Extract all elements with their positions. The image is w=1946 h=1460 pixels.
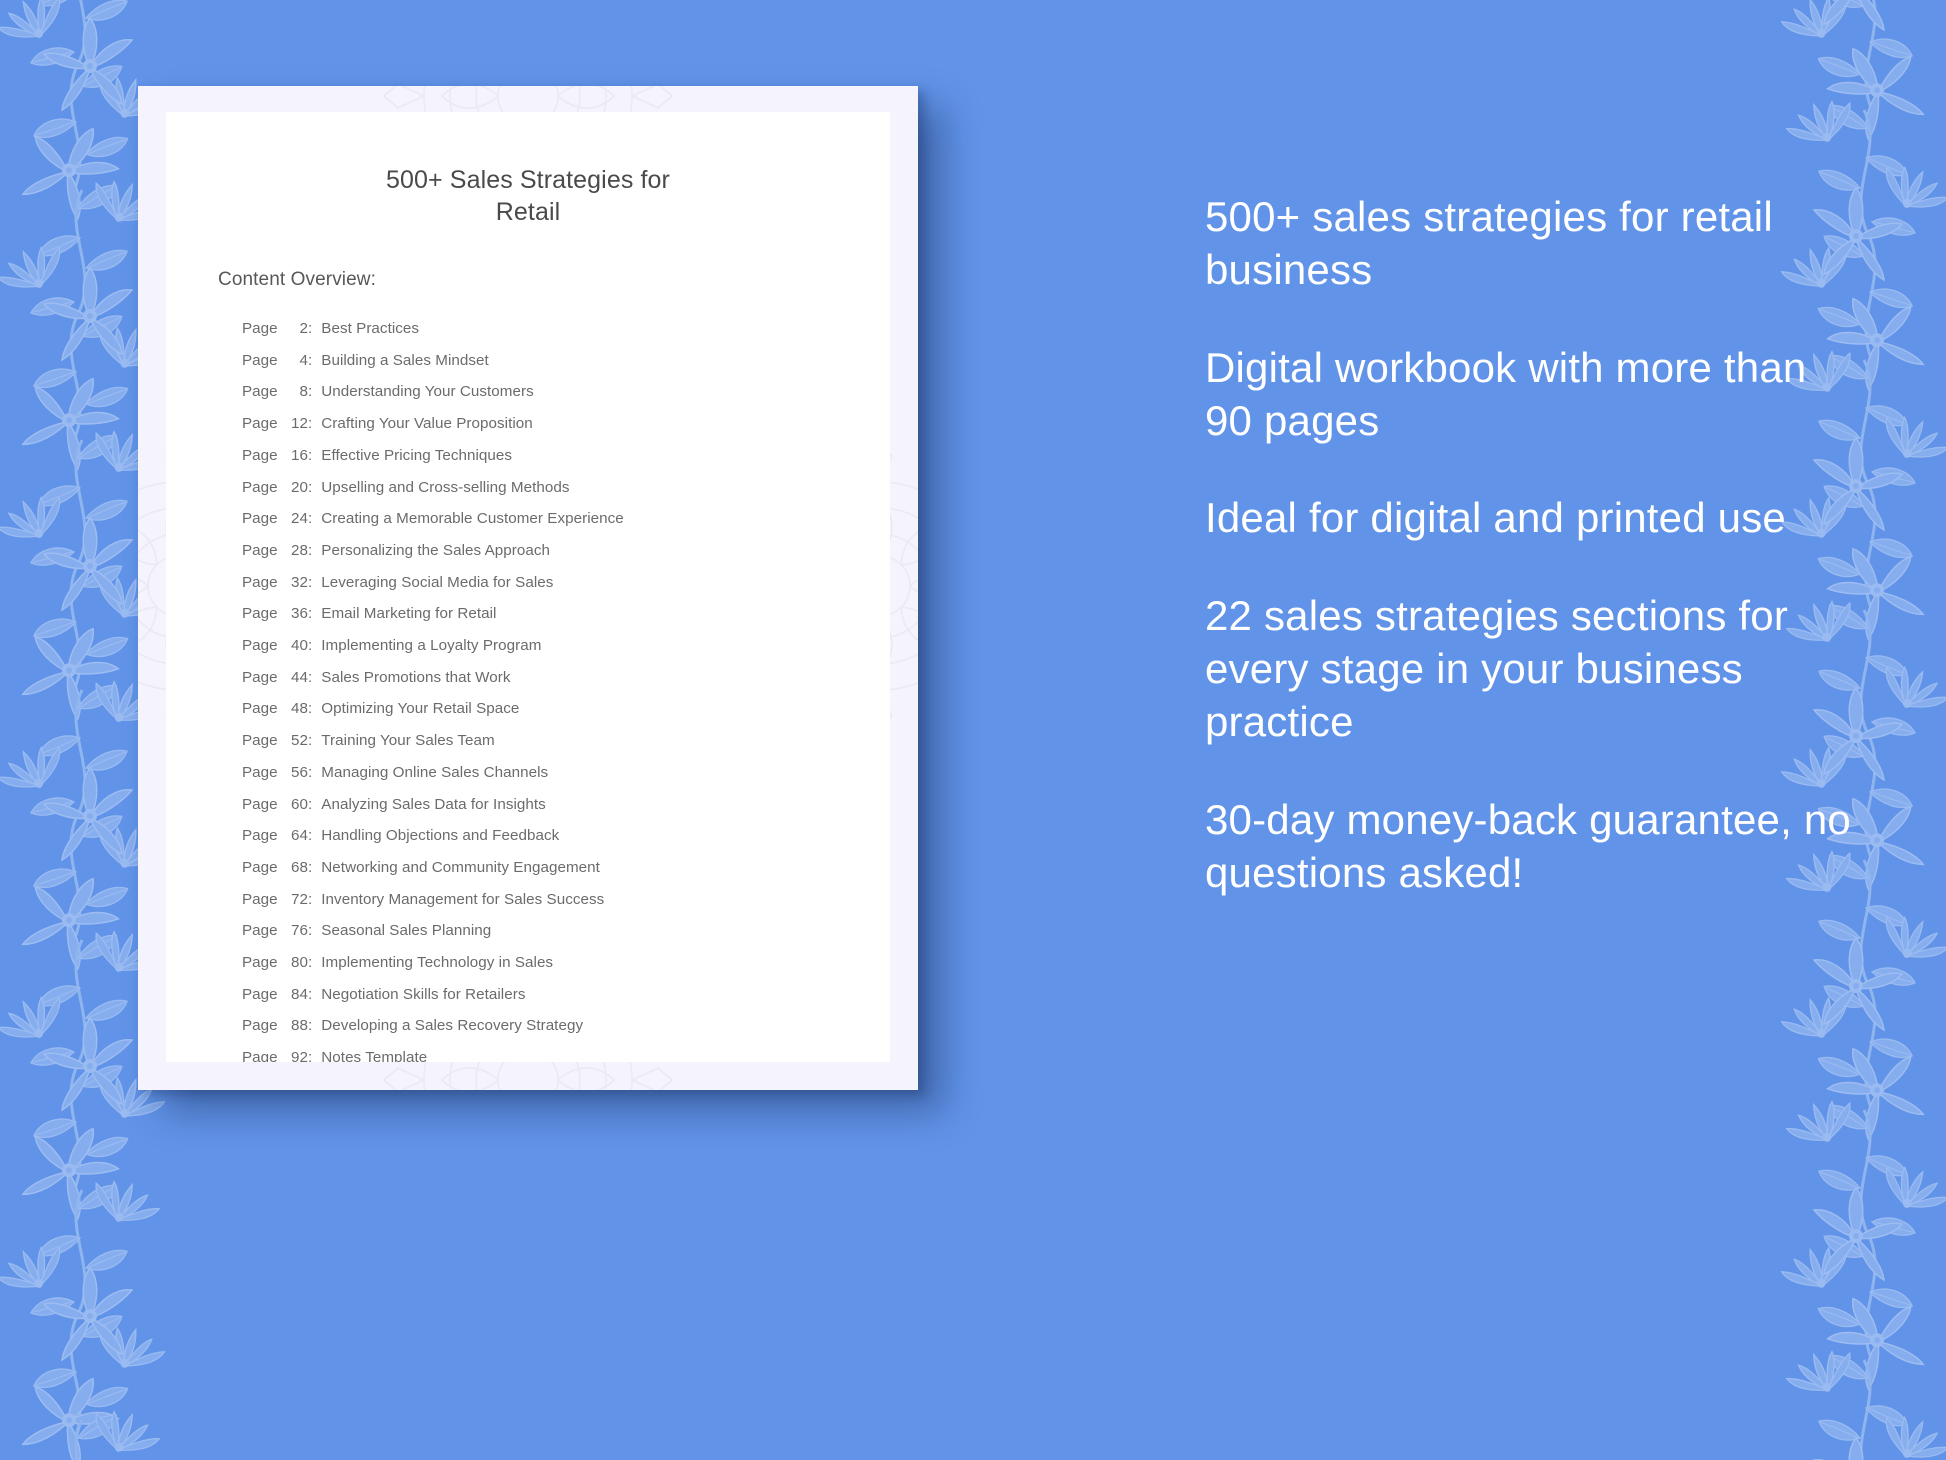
- toc-row: Page 8: Understanding Your Customers: [166, 376, 890, 408]
- toc-row: Page 52: Training Your Sales Team: [166, 725, 890, 757]
- content-overview-label: Content Overview:: [218, 269, 376, 290]
- document-page: 500+ Sales Strategies for Retail Content …: [166, 112, 890, 1062]
- toc-page-word: Page 76: [242, 922, 308, 940]
- toc-row: Page 20: Upselling and Cross-selling Meth…: [166, 472, 890, 504]
- toc-page-word: Page 88: [242, 1017, 308, 1035]
- toc-row: Page 80: Implementing Technology in Sales: [166, 947, 890, 979]
- toc-row: Page 4: Building a Sales Mindset: [166, 345, 890, 377]
- toc-entry-title: Handling Objections and Feedback: [321, 827, 560, 845]
- marketing-block: Ideal for digital and printed use: [1205, 494, 1786, 542]
- toc-entry-title: Building a Sales Mindset: [321, 351, 489, 369]
- toc-row: Page 60: Analyzing Sales Data for Insight…: [166, 789, 890, 821]
- toc-entry-title: Upselling and Cross-selling Methods: [321, 478, 570, 496]
- toc-entry-title: Creating a Memorable Customer Experience: [321, 510, 624, 528]
- toc-page-word: Page 40: [242, 637, 308, 655]
- toc-entry-title: Implementing a Loyalty Program: [321, 637, 542, 655]
- toc-page-word: Page 4: [242, 351, 308, 369]
- toc-entry-title: Developing a Sales Recovery Strategy: [321, 1017, 584, 1035]
- toc-row: Page 64: Handling Objections and Feedback: [166, 820, 890, 852]
- toc-row: Page 28: Personalizing the Sales Approach: [166, 535, 890, 567]
- toc-entry-title: Crafting Your Value Proposition: [321, 415, 533, 433]
- toc-row: Page 40: Implementing a Loyalty Program: [166, 630, 890, 662]
- toc-row: Page 12: Crafting Your Value Proposition: [166, 408, 890, 440]
- toc-page-word: Page 56: [242, 763, 308, 781]
- marketing-block: 30-day money-back guarantee, no question…: [1205, 795, 1851, 896]
- toc-entry-title: Understanding Your Customers: [321, 383, 534, 401]
- toc-page-word: Page 12: [242, 415, 308, 433]
- toc-entry-title: Managing Online Sales Channels: [321, 763, 549, 781]
- toc-entry-title: Email Marketing for Retail: [321, 605, 497, 623]
- toc-row: Page 68: Networking and Community Engagem…: [166, 852, 890, 884]
- toc-row: Page 2: Best Practices: [166, 313, 890, 345]
- toc-page-word: Page 48: [242, 700, 308, 718]
- toc-row: Page 24: Creating a Memorable Customer Ex…: [166, 503, 890, 535]
- toc-page-word: Page 24: [242, 510, 308, 528]
- toc-entry-title: Implementing Technology in Sales: [321, 954, 554, 972]
- marketing-block: 22 sales strategies sections for every s…: [1205, 591, 1789, 746]
- toc-entry-title: Sales Promotions that Work: [321, 668, 511, 686]
- toc-page-word: Page 8: [242, 383, 308, 401]
- toc-row: Page 76: Seasonal Sales Planning: [166, 915, 890, 947]
- toc-page-word: Page 60: [242, 795, 308, 813]
- toc-page-word: Page 20: [242, 478, 308, 496]
- toc-entry-title: Networking and Community Engagement: [321, 858, 600, 876]
- toc-entry-title: Effective Pricing Techniques: [321, 446, 513, 464]
- promo-slide: 500+ Sales Strategies for Retail Content …: [0, 0, 1946, 1460]
- toc-entry-title: Best Practices: [321, 320, 420, 337]
- toc-row: Page 88: Developing a Sales Recovery Stra…: [166, 1010, 890, 1042]
- toc-page-word: Page 16: [242, 446, 308, 464]
- toc-page-word: Page 36: [242, 605, 308, 623]
- toc-entry-title: Leveraging Social Media for Sales: [321, 573, 554, 591]
- marketing-block: 500+ sales strategies for retail busines…: [1205, 193, 1773, 294]
- page-title-line-2: Retail: [495, 198, 561, 226]
- toc-row: Page 72: Inventory Management for Sales S…: [166, 884, 890, 916]
- toc-row: Page 44: Sales Promotions that Work: [166, 662, 890, 694]
- toc-page-word: Page 52: [242, 732, 308, 750]
- toc-row: Page 48: Optimizing Your Retail Space: [166, 693, 890, 725]
- page-title: 500+ Sales Strategies for Retail: [166, 112, 890, 228]
- toc-entry-title: Optimizing Your Retail Space: [321, 700, 520, 718]
- toc-page-word: Page 80: [242, 954, 308, 972]
- page-title-line-1: 500+ Sales Strategies for: [386, 166, 670, 194]
- toc-entry-title: Negotiation Skills for Retailers: [321, 985, 526, 1003]
- toc-entry-title: Personalizing the Sales Approach: [321, 541, 550, 559]
- marketing-copy: 500+ sales strategies for retail busines…: [1205, 190, 1865, 899]
- marketing-block: Digital workbook with more than 90 pages: [1205, 343, 1807, 444]
- toc-row: Page 16: Effective Pricing Techniques: [166, 440, 890, 472]
- toc-page-word: Page 92: [242, 1049, 308, 1062]
- toc-entry-title: Training Your Sales Team: [321, 732, 495, 750]
- toc-row: Page 56: Managing Online Sales Channels: [166, 757, 890, 789]
- table-of-contents: Page 2: Best Practices Page 4: Building a …: [166, 291, 890, 1062]
- toc-row: Page 32: Leveraging Social Media for Sale…: [166, 567, 890, 599]
- toc-row: Page 84: Negotiation Skills for Retailers: [166, 979, 890, 1011]
- toc-entry-title: Notes Template: [321, 1049, 428, 1062]
- toc-row: Page 92: Notes Template: [166, 1042, 890, 1062]
- toc-page-word: Page 44: [242, 668, 308, 686]
- toc-entry-title: Inventory Management for Sales Success: [321, 890, 605, 908]
- workbook-page-card: 500+ Sales Strategies for Retail Content …: [138, 86, 918, 1090]
- toc-page-word: Page 64: [242, 827, 308, 845]
- toc-page-word: Page 72: [242, 890, 308, 908]
- toc-page-word: Page 68: [242, 858, 308, 876]
- toc-row: Page 36: Email Marketing for Retail: [166, 598, 890, 630]
- toc-page-word: Page 84: [242, 985, 308, 1003]
- toc-entry-title: Analyzing Sales Data for Insights: [321, 795, 546, 813]
- toc-page-word: Page 32: [242, 573, 308, 591]
- toc-page-word: Page 28: [242, 541, 308, 559]
- toc-entry-title: Seasonal Sales Planning: [321, 922, 492, 940]
- toc-page-word: Page 2: [242, 320, 308, 337]
